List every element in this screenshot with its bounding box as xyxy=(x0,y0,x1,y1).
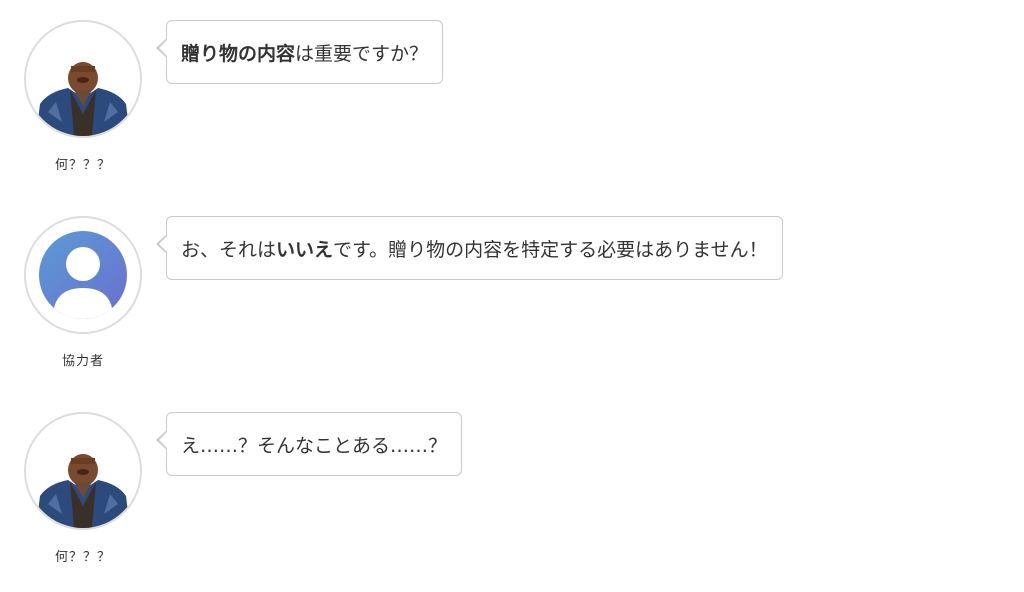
chat-message: 何？？？ え……？そんなことある……？ xyxy=(0,412,1024,592)
default-user-icon xyxy=(26,218,140,332)
speaker-name: 何？？？ xyxy=(54,550,111,565)
speaker-block: 協力者 xyxy=(24,216,142,369)
speaker-name: 協力者 xyxy=(61,354,104,369)
speaker-block: 何？？？ xyxy=(24,20,142,173)
speaker-name: 何？？？ xyxy=(54,158,111,173)
message-text: 贈り物の内容は重要ですか？ xyxy=(181,42,429,65)
message-text: え……？そんなことある……？ xyxy=(181,434,448,457)
avatar xyxy=(24,412,142,530)
speech-bubble: 贈り物の内容は重要ですか？ xyxy=(155,20,444,84)
speaker-block: 何？？？ xyxy=(24,412,142,565)
message-text: お、それはいいえです。贈り物の内容を特定する必要はありません！ xyxy=(181,238,768,261)
person-photo-icon xyxy=(26,22,140,136)
chat-message: 協力者 お、それはいいえです。贈り物の内容を特定する必要はありません！ xyxy=(0,216,1024,396)
chat-message: 何？？？ 贈り物の内容は重要ですか？ xyxy=(0,20,1024,200)
speech-bubble: え……？そんなことある……？ xyxy=(155,412,463,476)
speech-bubble: お、それはいいえです。贈り物の内容を特定する必要はありません！ xyxy=(156,216,783,280)
person-photo-icon xyxy=(26,414,140,528)
avatar xyxy=(24,20,142,138)
avatar xyxy=(24,216,142,334)
